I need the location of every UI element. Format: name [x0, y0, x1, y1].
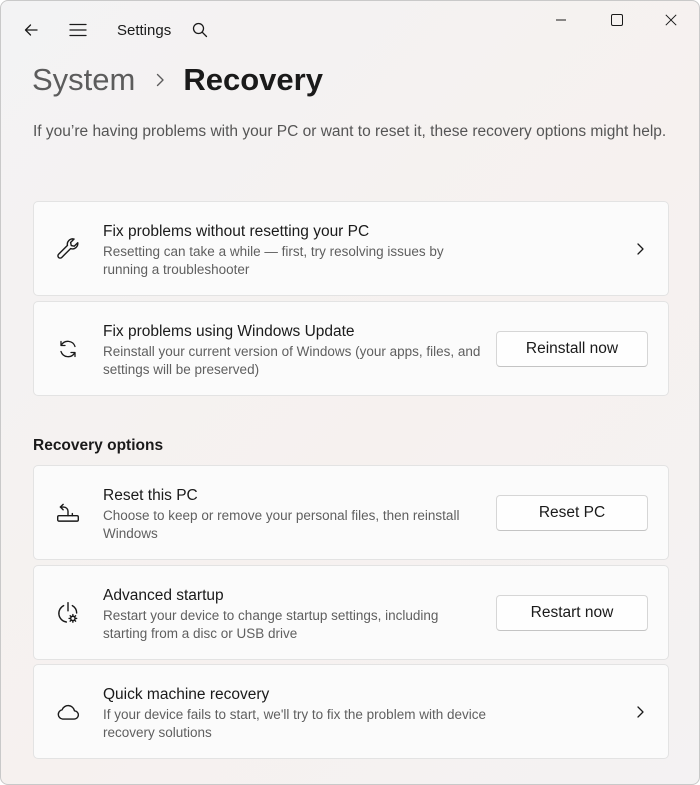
back-arrow-icon	[24, 24, 38, 36]
windows-update-card: Fix problems using Windows Update Reinst…	[33, 301, 669, 396]
back-button[interactable]	[15, 14, 47, 46]
refresh-icon	[54, 335, 82, 363]
restart-now-button[interactable]: Restart now	[496, 594, 648, 631]
reset-pc-icon	[54, 499, 82, 527]
intro-text: If you’re having problems with your PC o…	[33, 123, 667, 140]
close-icon	[665, 14, 677, 26]
close-button[interactable]	[644, 3, 698, 37]
card-description: Reinstall your current version of Window…	[103, 344, 481, 377]
card-title: Quick machine recovery	[103, 686, 270, 703]
hamburger-menu-icon	[69, 23, 87, 37]
maximize-icon	[611, 14, 623, 26]
navigation-menu-button[interactable]	[62, 14, 94, 46]
troubleshoot-card[interactable]: Fix problems without resetting your PC R…	[33, 201, 669, 296]
maximize-button[interactable]	[590, 3, 644, 37]
card-description: Restart your device to change startup se…	[103, 608, 439, 641]
card-title: Advanced startup	[103, 587, 224, 604]
search-button[interactable]	[184, 14, 216, 46]
minimize-icon	[556, 19, 566, 21]
card-description: Choose to keep or remove your personal f…	[103, 508, 460, 541]
breadcrumb-system-link[interactable]: System	[32, 62, 135, 98]
card-description: Resetting can take a while — first, try …	[103, 244, 444, 277]
advanced-startup-icon	[54, 599, 82, 627]
card-title: Reset this PC	[103, 487, 198, 504]
reset-pc-card: Reset this PC Choose to keep or remove y…	[33, 465, 669, 560]
card-title: Fix problems without resetting your PC	[103, 223, 370, 240]
breadcrumb-chevron-icon	[155, 73, 165, 87]
page-title: Recovery	[183, 62, 323, 97]
minimize-button[interactable]	[534, 3, 588, 37]
chevron-right-icon	[632, 704, 648, 720]
quick-machine-recovery-card[interactable]: Quick machine recovery If your device fa…	[33, 664, 669, 759]
app-title: Settings	[117, 22, 172, 39]
chevron-right-icon	[632, 241, 648, 257]
settings-window: Settings System Recovery If you’re havin…	[0, 0, 700, 785]
title-bar: Settings	[1, 1, 699, 59]
breadcrumb: System Recovery	[32, 59, 323, 101]
card-description: If your device fails to start, we'll try…	[103, 707, 486, 740]
cloud-icon	[54, 698, 82, 726]
advanced-startup-card: Advanced startup Restart your device to …	[33, 565, 669, 660]
wrench-icon	[54, 235, 82, 263]
recovery-options-heading: Recovery options	[33, 437, 164, 454]
search-icon	[192, 22, 208, 38]
reset-pc-button[interactable]: Reset PC	[496, 494, 648, 531]
card-title: Fix problems using Windows Update	[103, 323, 355, 340]
reinstall-now-button[interactable]: Reinstall now	[496, 330, 648, 367]
